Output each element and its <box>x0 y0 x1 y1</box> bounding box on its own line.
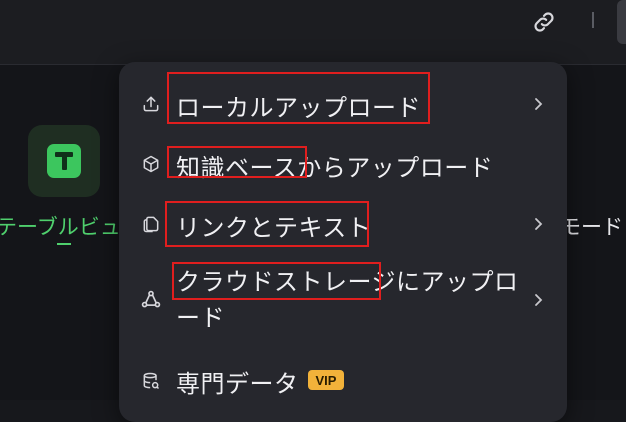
menu-item-label: リンクとテキスト <box>176 214 372 242</box>
cloud-share-icon <box>140 289 162 311</box>
chevron-right-icon <box>531 217 545 231</box>
table-app-icon <box>47 144 81 178</box>
menu-item-label: 専門データ <box>176 370 299 398</box>
documents-icon <box>140 213 162 235</box>
menu-item-cloud-upload[interactable]: クラウドストレージにアップロード <box>119 260 567 340</box>
upload-menu: ローカルアップロード 知識ベースからアップロード リンクとテキスト クラウドスト… <box>119 62 567 422</box>
menu-item-label: クラウドストレージにアップロード <box>176 268 519 332</box>
toolbar-divider <box>592 12 594 28</box>
upload-icon <box>140 93 162 115</box>
menu-item-local-upload[interactable]: ローカルアップロード <box>119 80 567 128</box>
cube-icon <box>140 153 162 175</box>
toolbar-edge-button[interactable] <box>617 0 626 44</box>
menu-item-pro-data[interactable]: 専門データ VIP <box>119 362 567 402</box>
table-app-tile[interactable] <box>28 125 100 197</box>
menu-item-label: 知識ベースからアップロード <box>176 154 494 182</box>
menu-item-label: ローカルアップロード <box>176 94 421 122</box>
vip-badge: VIP <box>308 370 344 390</box>
chevron-right-icon <box>531 97 545 111</box>
top-bar <box>0 0 626 65</box>
link-icon[interactable] <box>530 8 558 36</box>
mode-label[interactable]: モード <box>560 211 623 241</box>
menu-item-link-text[interactable]: リンクとテキスト <box>119 200 567 248</box>
chevron-right-icon <box>531 293 545 307</box>
menu-item-kb-upload[interactable]: 知識ベースからアップロード <box>119 140 567 188</box>
active-underline <box>57 243 71 245</box>
database-icon <box>140 370 162 392</box>
